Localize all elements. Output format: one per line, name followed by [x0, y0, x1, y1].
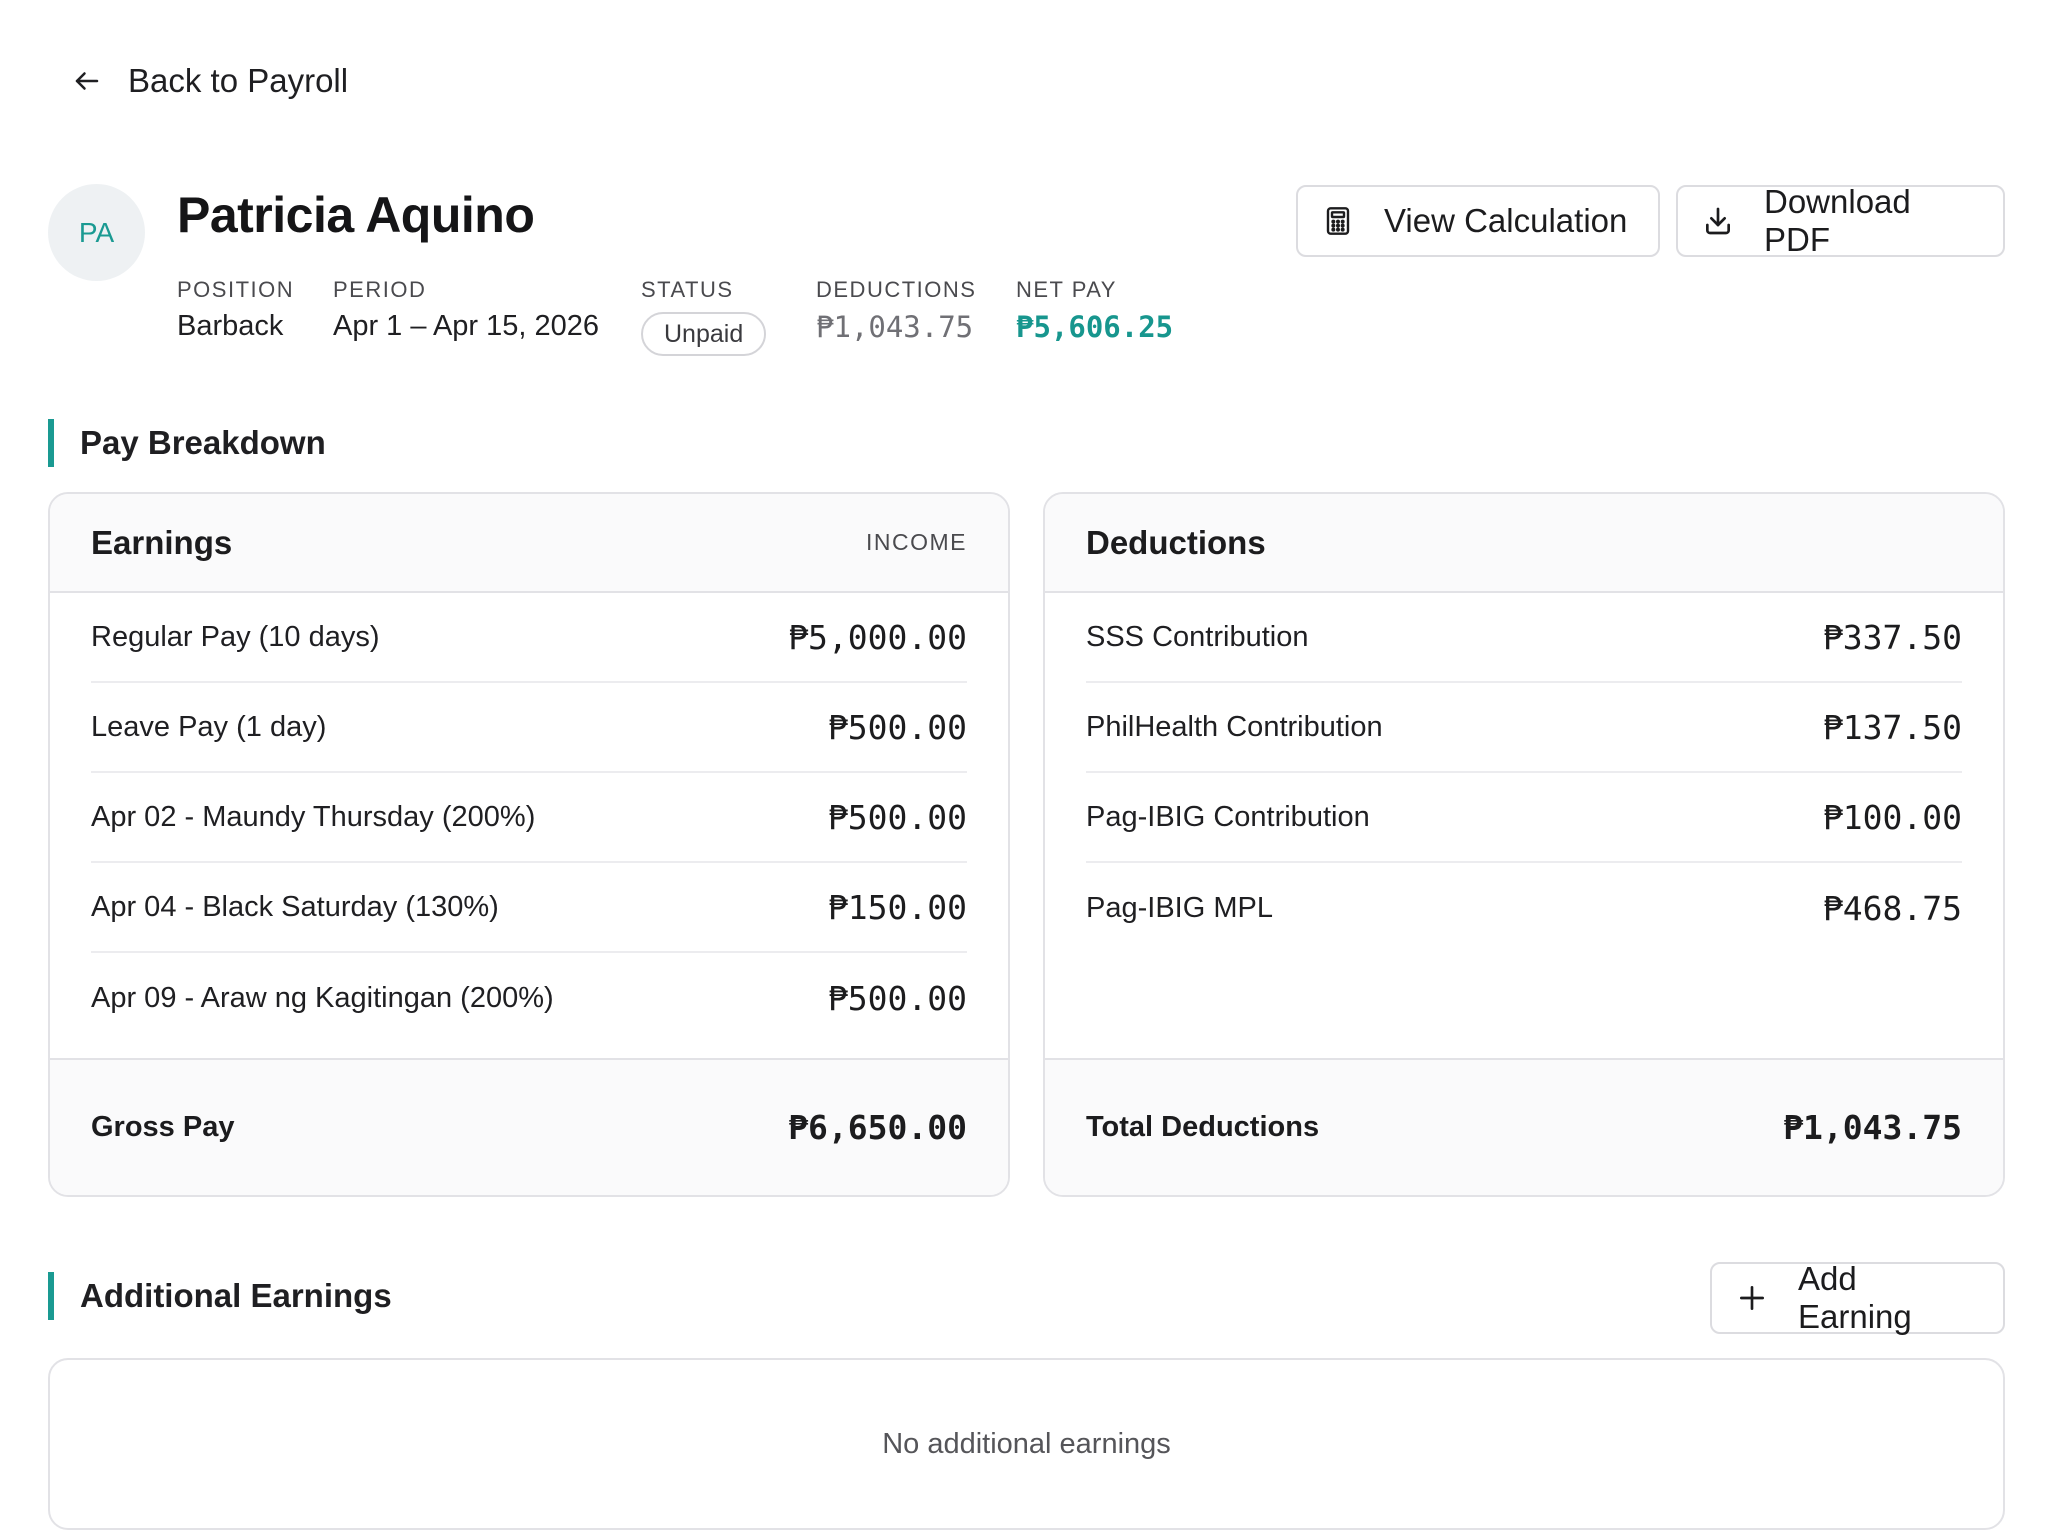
section-accent-bar [48, 1272, 54, 1320]
deduction-row: SSS Contribution ₱337.50 [1086, 593, 1962, 683]
deduction-label: Pag-IBIG Contribution [1086, 800, 1370, 833]
deduction-amount: ₱137.50 [1822, 707, 1962, 747]
additional-earnings-empty-state: No additional earnings [48, 1358, 2005, 1530]
avatar: PA [48, 184, 145, 281]
deduction-label: SSS Contribution [1086, 620, 1309, 653]
download-pdf-button[interactable]: Download PDF [1676, 183, 2005, 258]
deduction-row: Pag-IBIG MPL ₱468.75 [1086, 863, 1962, 953]
payslip-page: Back to Payroll PA Patricia Aquino POSIT… [0, 0, 2048, 1536]
view-calculation-button[interactable]: View Calculation [1296, 185, 1660, 257]
period-label: PERIOD [333, 277, 427, 302]
earnings-card-header: Earnings INCOME [50, 494, 1008, 593]
deductions-card-header: Deductions [1045, 494, 2003, 593]
earnings-list: Regular Pay (10 days) ₱5,000.00 Leave Pa… [50, 593, 1008, 1062]
earning-amount: ₱500.00 [827, 707, 967, 747]
earning-row: Leave Pay (1 day) ₱500.00 [91, 683, 967, 773]
net-pay-value: ₱5,606.25 [1016, 310, 1174, 344]
view-calculation-label: View Calculation [1384, 202, 1628, 239]
status-label: STATUS [641, 277, 734, 302]
employee-name: Patricia Aquino [177, 187, 535, 243]
section-accent-bar [48, 419, 54, 467]
position-value: Barback [177, 310, 284, 342]
earnings-title: Earnings [91, 523, 233, 561]
earning-label: Apr 04 - Black Saturday (130%) [91, 890, 499, 923]
position-label: POSITION [177, 277, 295, 302]
deduction-amount: ₱100.00 [1822, 797, 1962, 837]
earning-amount: ₱500.00 [827, 797, 967, 837]
deductions-value: ₱1,043.75 [816, 310, 974, 344]
earning-amount: ₱500.00 [827, 978, 967, 1018]
deduction-amount: ₱337.50 [1822, 617, 1962, 657]
status-badge: Unpaid [641, 312, 767, 356]
deduction-amount: ₱468.75 [1822, 888, 1962, 928]
income-tag: INCOME [866, 529, 967, 555]
deduction-label: PhilHealth Contribution [1086, 710, 1383, 743]
earning-amount: ₱5,000.00 [788, 617, 967, 657]
deductions-list: SSS Contribution ₱337.50 PhilHealth Cont… [1045, 593, 2003, 1062]
earning-amount: ₱150.00 [827, 887, 967, 927]
earning-label: Leave Pay (1 day) [91, 710, 327, 743]
back-to-payroll-link[interactable]: Back to Payroll [72, 62, 348, 100]
avatar-initials: PA [78, 216, 115, 248]
net-pay-label: NET PAY [1016, 277, 1117, 302]
plus-icon [1740, 1286, 1764, 1310]
empty-state-text: No additional earnings [882, 1427, 1171, 1460]
period-value: Apr 1 – Apr 15, 2026 [333, 310, 600, 342]
arrow-left-icon [75, 72, 99, 90]
earnings-card: Earnings INCOME Regular Pay (10 days) ₱5… [48, 492, 1010, 1197]
earning-label: Apr 09 - Araw ng Kagitingan (200%) [91, 981, 554, 1014]
deductions-title: Deductions [1086, 523, 1266, 561]
earning-label: Apr 02 - Maundy Thursday (200%) [91, 800, 536, 833]
gross-pay-label: Gross Pay [91, 1111, 235, 1143]
deductions-card: Deductions SSS Contribution ₱337.50 Phil… [1043, 492, 2005, 1197]
additional-earnings-heading: Additional Earnings [48, 1272, 392, 1320]
gross-pay-row: Gross Pay ₱6,650.00 [50, 1058, 1008, 1195]
earning-row: Apr 04 - Black Saturday (130%) ₱150.00 [91, 863, 967, 953]
additional-earnings-title: Additional Earnings [80, 1277, 392, 1314]
calculator-icon [1326, 207, 1350, 235]
pay-breakdown-heading: Pay Breakdown [48, 419, 326, 467]
download-pdf-label: Download PDF [1764, 183, 1911, 258]
pay-breakdown-title: Pay Breakdown [80, 424, 326, 461]
back-link-label: Back to Payroll [128, 62, 349, 99]
earning-row: Regular Pay (10 days) ₱5,000.00 [91, 593, 967, 683]
earning-row: Apr 02 - Maundy Thursday (200%) ₱500.00 [91, 773, 967, 863]
download-icon [1706, 207, 1730, 235]
deduction-label: Pag-IBIG MPL [1086, 891, 1273, 924]
total-deductions-amount: ₱1,043.75 [1783, 1108, 1962, 1147]
add-earning-label: Add Earning [1798, 1260, 1912, 1335]
earning-label: Regular Pay (10 days) [91, 620, 380, 653]
gross-pay-amount: ₱6,650.00 [788, 1108, 967, 1147]
earning-row: Apr 09 - Araw ng Kagitingan (200%) ₱500.… [91, 953, 967, 1043]
deduction-row: Pag-IBIG Contribution ₱100.00 [1086, 773, 1962, 863]
deductions-label: DEDUCTIONS [816, 277, 977, 302]
total-deductions-row: Total Deductions ₱1,043.75 [1045, 1058, 2003, 1195]
deduction-row: PhilHealth Contribution ₱137.50 [1086, 683, 1962, 773]
total-deductions-label: Total Deductions [1086, 1111, 1320, 1143]
add-earning-button[interactable]: Add Earning [1710, 1260, 2005, 1335]
